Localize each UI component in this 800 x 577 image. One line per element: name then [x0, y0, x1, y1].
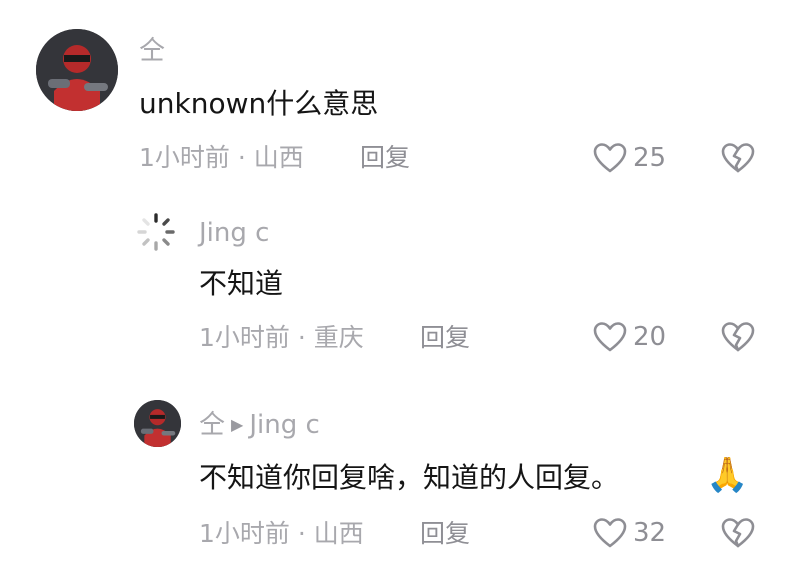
comment-location: 山西	[253, 143, 304, 172]
meta-separator: ·	[229, 143, 254, 172]
comment-meta: 1小时前 · 重庆	[199, 325, 364, 350]
reply-button[interactable]: 回复	[360, 145, 410, 170]
heart-outline-icon	[593, 143, 627, 173]
heart-outline-icon	[593, 518, 627, 548]
comment-text: unknown什么意思	[139, 87, 379, 120]
like-count: 25	[633, 143, 667, 173]
like-button[interactable]: 20	[593, 321, 666, 353]
avatar[interactable]	[134, 400, 181, 447]
like-button[interactable]: 25	[593, 142, 666, 174]
comment-time: 1小时前	[139, 143, 230, 172]
comment-username-line: 仝 ▶ Jing c	[199, 412, 320, 438]
dislike-button[interactable]	[721, 142, 755, 174]
comment-location: 山西	[313, 519, 364, 548]
meta-separator: ·	[289, 519, 314, 548]
comment-text: 不知道你回复啥，知道的人回复。	[199, 461, 620, 494]
comment-location: 重庆	[313, 323, 364, 352]
comment-meta: 1小时前 · 山西	[199, 521, 364, 546]
broken-heart-icon	[721, 518, 755, 548]
loading-spinner-icon	[137, 213, 175, 251]
avatar[interactable]	[36, 29, 118, 111]
comment-username[interactable]: 仝	[139, 38, 165, 64]
avatar-image	[36, 29, 118, 111]
reply-item: Jing c 不知道 1小时前 · 重庆 回复 20	[0, 200, 800, 380]
reply-button[interactable]: 回复	[420, 521, 470, 546]
comment-time: 1小时前	[199, 519, 290, 548]
like-count: 20	[633, 322, 667, 352]
comment-item: 仝 unknown什么意思 1小时前 · 山西 回复 25	[0, 0, 800, 200]
comment-username[interactable]: 仝	[199, 410, 225, 440]
broken-heart-icon	[721, 143, 755, 173]
comment-username[interactable]: Jing c	[199, 220, 269, 246]
reply-item: 仝 ▶ Jing c 不知道你回复啥，知道的人回复。 🙏 1小时前 · 山西 回复 …	[0, 380, 800, 577]
like-count: 32	[633, 518, 667, 548]
avatar-image	[134, 400, 181, 447]
triangle-right-icon: ▶	[231, 415, 244, 434]
comment-text: 不知道	[199, 267, 284, 300]
dislike-button[interactable]	[721, 517, 755, 549]
like-button[interactable]: 32	[593, 517, 666, 549]
dislike-button[interactable]	[721, 321, 755, 353]
meta-separator: ·	[289, 323, 314, 352]
avatar[interactable]	[134, 210, 178, 254]
reply-to-username[interactable]: Jing c	[249, 410, 319, 440]
comment-time: 1小时前	[199, 323, 290, 352]
pray-emoji-icon: 🙏	[706, 455, 749, 495]
comment-meta: 1小时前 · 山西	[139, 145, 304, 170]
reply-button[interactable]: 回复	[420, 325, 470, 350]
broken-heart-icon	[721, 322, 755, 352]
heart-outline-icon	[593, 322, 627, 352]
